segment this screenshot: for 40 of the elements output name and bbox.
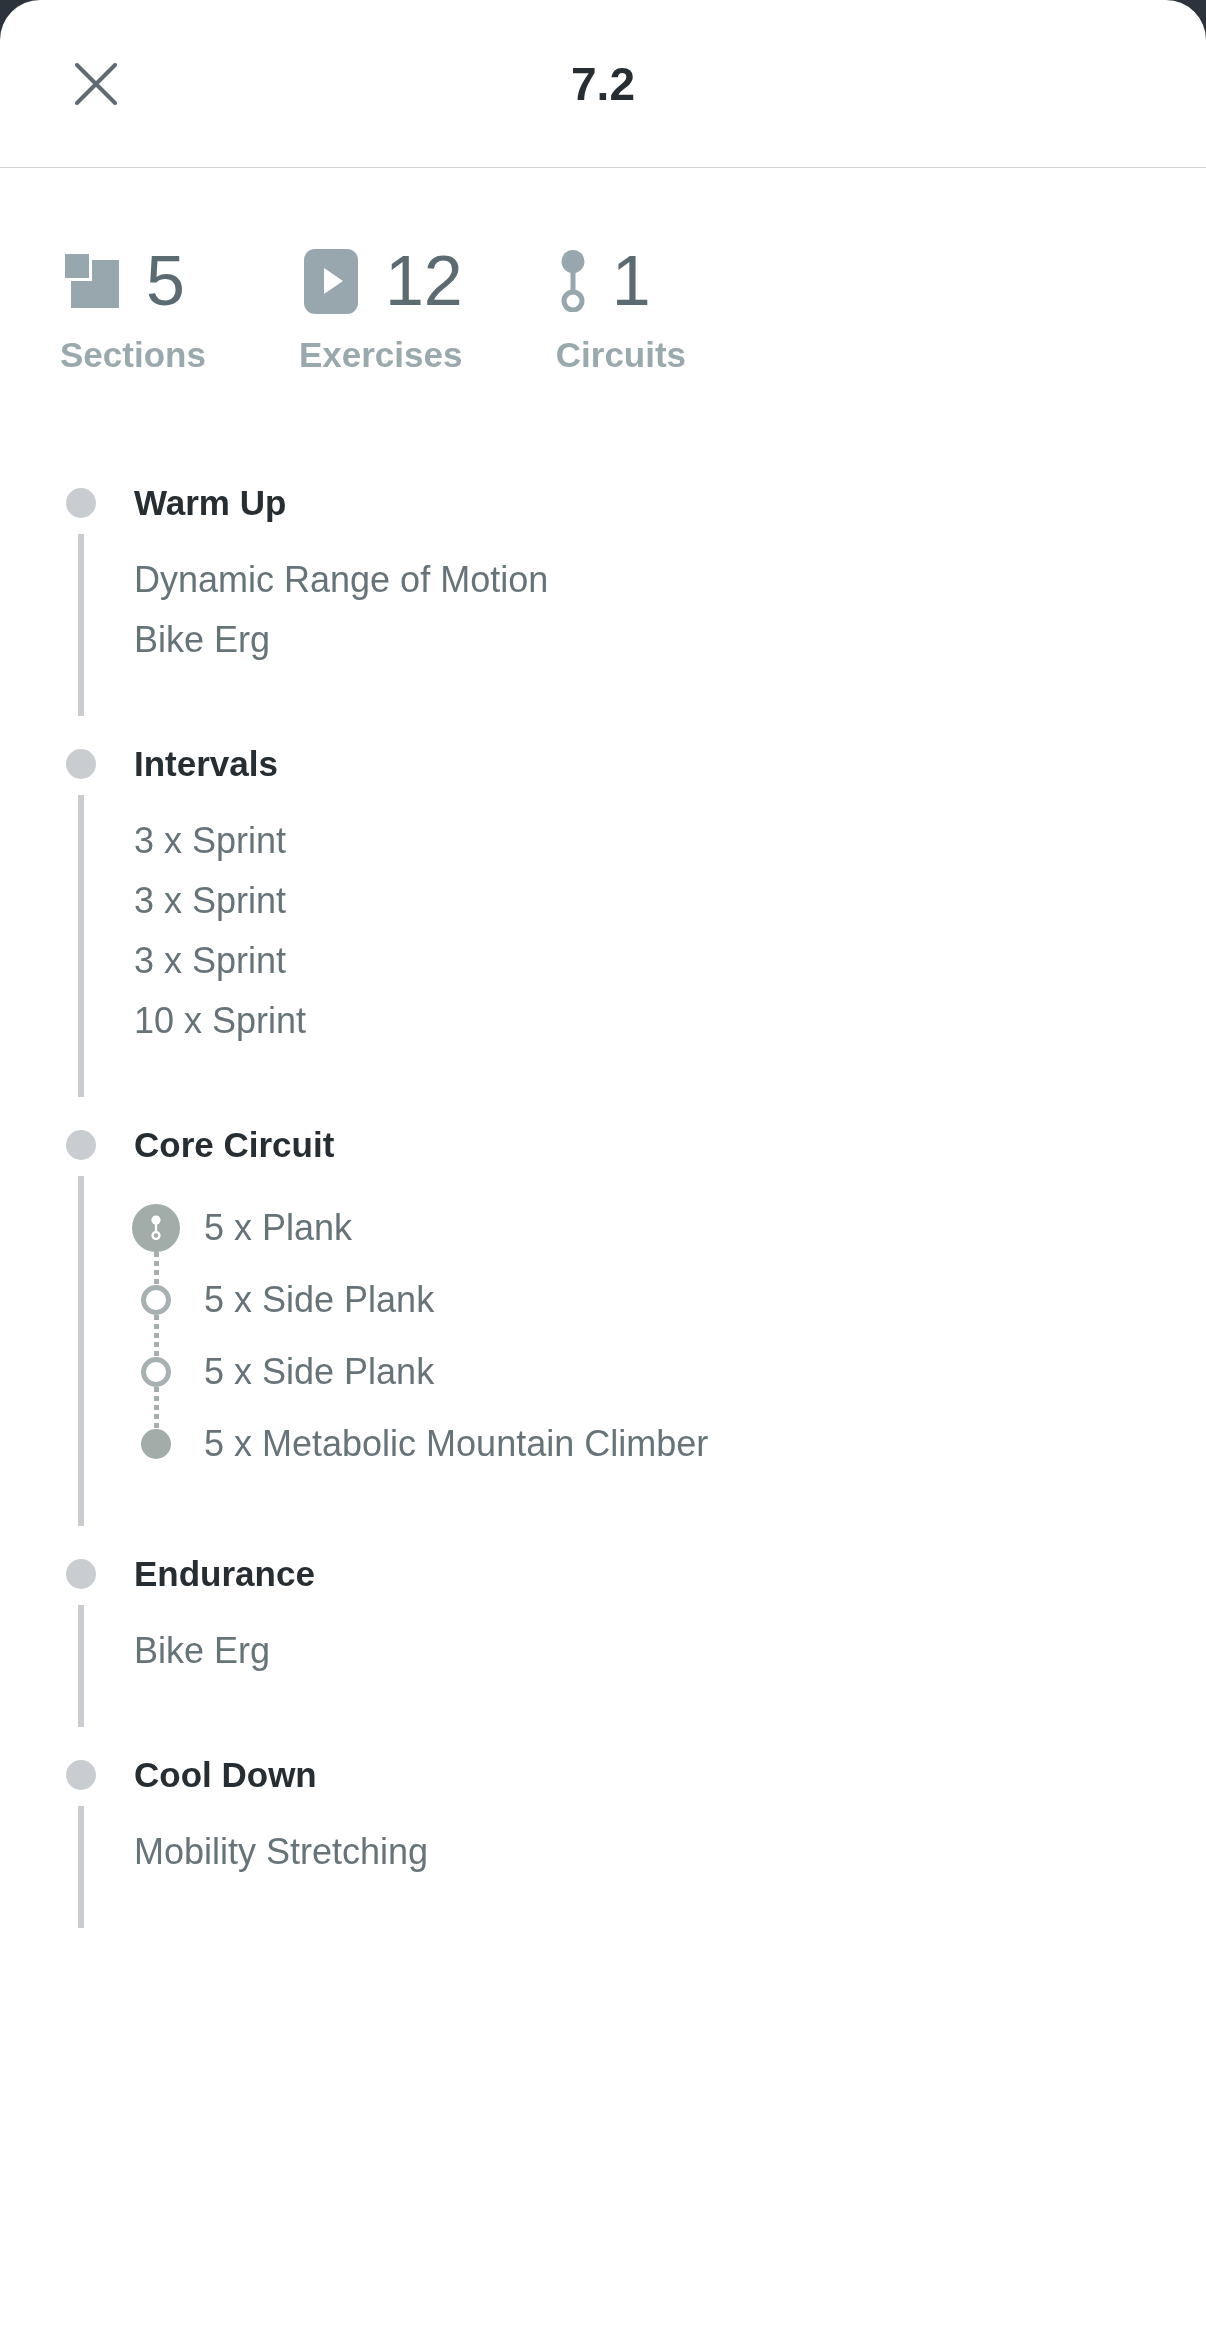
timeline-dot-icon xyxy=(66,749,96,779)
exercise-name: 3 x Sprint xyxy=(134,939,287,983)
stat-count: 12 xyxy=(384,245,463,317)
exercise-name: 3 x Sprint xyxy=(134,819,287,863)
exercise-name: 5 x Metabolic Mountain Climber xyxy=(204,1422,709,1466)
timeline-dot-icon xyxy=(66,1130,96,1160)
stat-label: Sections xyxy=(60,335,206,375)
exercise-name: 5 x Side Plank xyxy=(204,1278,435,1322)
exercise-name: Mobility Stretching xyxy=(134,1830,429,1874)
stat-count: 5 xyxy=(146,245,185,317)
timeline-dot-icon xyxy=(66,1559,96,1589)
screen-title: 7.2 xyxy=(571,56,635,112)
exercise-name: Bike Erg xyxy=(134,618,271,662)
exercise-name: 10 x Sprint xyxy=(134,999,307,1043)
exercise-name: 5 x Plank xyxy=(204,1206,353,1250)
ring-icon xyxy=(141,1285,171,1315)
ring-icon xyxy=(141,1357,171,1387)
exercise-name: 5 x Side Plank xyxy=(204,1350,435,1394)
stat-label: Exercises xyxy=(298,335,463,375)
exercise-name: Dynamic Range of Motion xyxy=(134,558,549,602)
dot-icon xyxy=(141,1429,171,1459)
exercise-name: Bike Erg xyxy=(134,1629,271,1673)
linked-circles-icon xyxy=(132,1204,180,1252)
section-title: Core Circuit xyxy=(134,1125,335,1165)
dashed-connector xyxy=(153,1315,159,1357)
dashed-connector xyxy=(153,1252,159,1285)
section-title: Cool Down xyxy=(134,1755,317,1795)
timeline-dot-icon xyxy=(66,488,96,518)
close-icon[interactable] xyxy=(75,62,117,105)
section-title: Intervals xyxy=(134,744,278,784)
section-title: Endurance xyxy=(134,1554,315,1594)
play-icon xyxy=(303,248,358,314)
dashed-connector xyxy=(153,1387,159,1429)
exercise-name: 3 x Sprint xyxy=(134,879,287,923)
linked-circles-icon xyxy=(560,250,585,312)
section-title: Warm Up xyxy=(134,483,287,523)
squares-icon xyxy=(65,254,119,308)
stat-count: 1 xyxy=(611,245,651,317)
timeline-dot-icon xyxy=(66,1760,96,1790)
stat-label: Circuits xyxy=(555,335,687,375)
